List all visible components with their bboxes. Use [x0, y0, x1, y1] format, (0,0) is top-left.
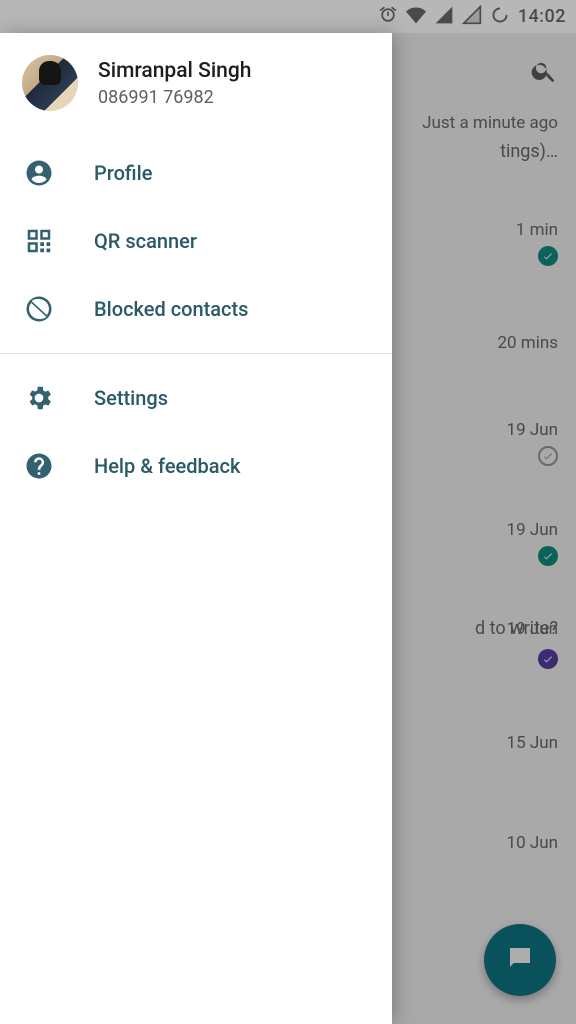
nav-blocked-contacts[interactable]: Blocked contacts	[0, 275, 392, 343]
nav-qr-scanner[interactable]: QR scanner	[0, 207, 392, 275]
avatar	[22, 55, 78, 111]
wifi-icon	[406, 5, 426, 29]
nav-label: QR scanner	[94, 229, 197, 253]
nav-help-feedback[interactable]: Help & feedback	[0, 432, 392, 500]
status-clock: 14:02	[518, 6, 566, 27]
signal-icon	[434, 5, 454, 29]
nav-label: Settings	[94, 386, 168, 410]
drawer-section-secondary: Settings Help & feedback	[0, 354, 392, 510]
help-icon	[22, 451, 56, 481]
nav-drawer: Simranpal Singh 086991 76982 Profile QR …	[0, 33, 392, 1024]
drawer-section-main: Profile QR scanner Blocked contacts	[0, 129, 392, 353]
nav-label: Blocked contacts	[94, 297, 248, 321]
status-bar: 14:02	[0, 0, 576, 33]
person-icon	[22, 158, 56, 188]
alarm-icon	[378, 5, 398, 29]
signal-no-icon	[462, 5, 482, 29]
blocked-icon	[22, 294, 56, 324]
qr-icon	[22, 226, 56, 256]
profile-name: Simranpal Singh	[98, 59, 251, 83]
nav-profile[interactable]: Profile	[0, 139, 392, 207]
spinner-icon	[490, 5, 510, 29]
drawer-header[interactable]: Simranpal Singh 086991 76982	[0, 33, 392, 129]
profile-phone: 086991 76982	[98, 87, 251, 108]
nav-label: Help & feedback	[94, 454, 240, 478]
nav-label: Profile	[94, 161, 152, 185]
nav-settings[interactable]: Settings	[0, 364, 392, 432]
gear-icon	[22, 383, 56, 413]
